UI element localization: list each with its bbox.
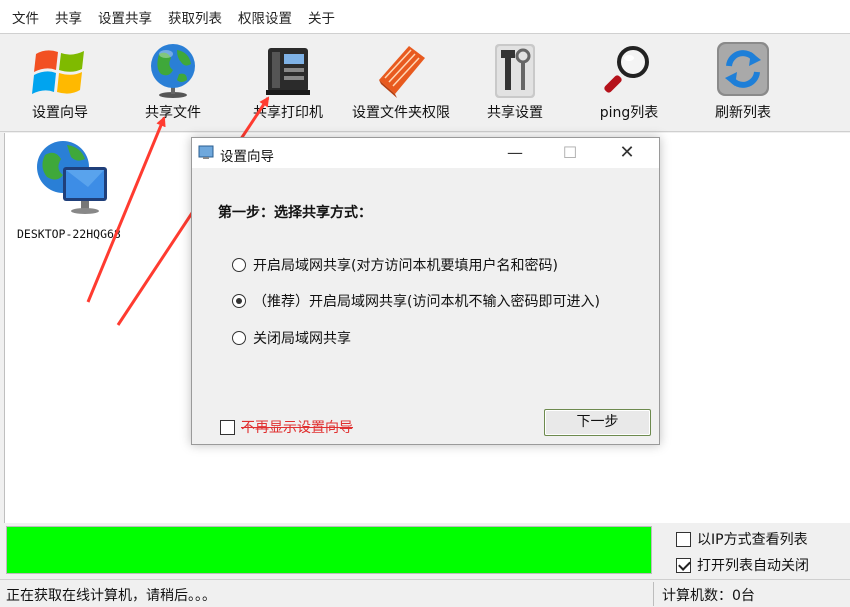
view-by-ip-label: 以IP方式查看列表 xyxy=(697,532,808,548)
auto-close-label: 打开列表自动关闭 xyxy=(697,558,809,574)
share-settings-button[interactable]: 共享设置 xyxy=(460,38,570,128)
dont-show-again[interactable]: 不再显示设置向导 xyxy=(220,417,353,437)
setup-wizard-dialog: 设置向导 — ☐ ✕ 第一步：选择共享方式： 开启局域网共享(对方访问本机要填用… xyxy=(191,137,660,445)
menu-permissions[interactable]: 权限设置 xyxy=(238,7,292,27)
refresh-icon xyxy=(717,42,769,96)
option-view-by-ip[interactable]: 以IP方式查看列表 xyxy=(676,529,808,549)
dont-show-label: 不再显示设置向导 xyxy=(241,420,353,436)
step-label: 第一步：选择共享方式： xyxy=(218,205,372,221)
maximize-button[interactable]: ☐ xyxy=(547,138,593,168)
share-files-label: 共享文件 xyxy=(145,105,201,121)
menu-file[interactable]: 文件 xyxy=(12,7,39,27)
radio-lan-share-password[interactable] xyxy=(232,258,246,272)
computer-globe-icon xyxy=(37,141,107,214)
share-printer-label: 共享打印机 xyxy=(253,105,323,121)
status-divider xyxy=(653,582,654,606)
computer-item[interactable]: DESKTOP-22HQG68 xyxy=(17,137,137,247)
toolbar: 设置向导 共享文件 共享打印机 设置文件夹权限 共享设置 ping列表 刷新列表 xyxy=(0,34,850,132)
minimize-button[interactable]: — xyxy=(492,138,538,168)
window-app-icon xyxy=(198,145,214,159)
refresh-list-button[interactable]: 刷新列表 xyxy=(688,38,798,128)
dont-show-checkbox[interactable] xyxy=(220,419,235,435)
auto-close-checkbox[interactable] xyxy=(676,557,691,573)
folder-book-icon xyxy=(379,46,425,98)
dialog-title: 设置向导 xyxy=(220,149,274,165)
progress-fill xyxy=(7,527,651,573)
bottom-panel: 以IP方式查看列表 打开列表自动关闭 xyxy=(0,523,850,579)
globe-icon xyxy=(151,44,195,98)
setup-wizard-button[interactable]: 设置向导 xyxy=(5,38,115,128)
share-printer-button[interactable]: 共享打印机 xyxy=(233,38,343,128)
menu-bar: 文件 共享 设置共享 获取列表 权限设置 关于 xyxy=(0,0,850,34)
magnifier-icon xyxy=(604,46,649,93)
dialog-title-bar[interactable]: 设置向导 — ☐ ✕ xyxy=(192,138,659,168)
folder-permissions-label: 设置文件夹权限 xyxy=(352,105,450,121)
option-lan-share-password[interactable]: 开启局域网共享(对方访问本机要填用户名和密码) xyxy=(232,255,558,275)
computer-count: 计算机数：0台 xyxy=(662,588,755,604)
ping-list-label: ping列表 xyxy=(599,105,659,121)
ping-list-button[interactable]: ping列表 xyxy=(574,38,684,128)
option-label: 关闭局域网共享 xyxy=(253,331,351,347)
refresh-list-label: 刷新列表 xyxy=(715,105,771,121)
menu-share[interactable]: 共享 xyxy=(55,7,82,27)
radio-close-lan-share[interactable] xyxy=(232,331,246,345)
option-lan-share-no-password[interactable]: （推荐）开启局域网共享(访问本机不输入密码即可进入) xyxy=(232,291,600,311)
menu-about[interactable]: 关于 xyxy=(308,7,335,27)
computer-name: DESKTOP-22HQG68 xyxy=(17,227,121,241)
status-bar: 正在获取在线计算机，请稍后。。。 计算机数：0台 xyxy=(0,579,850,607)
option-close-lan-share[interactable]: 关闭局域网共享 xyxy=(232,328,351,348)
option-label: 开启局域网共享(对方访问本机要填用户名和密码) xyxy=(253,258,558,274)
folder-permissions-button[interactable]: 设置文件夹权限 xyxy=(346,38,456,128)
next-step-button[interactable]: 下一步 xyxy=(544,409,651,436)
status-message: 正在获取在线计算机，请稍后。。。 xyxy=(6,588,216,604)
setup-wizard-label: 设置向导 xyxy=(32,105,88,121)
view-by-ip-checkbox[interactable] xyxy=(676,531,691,547)
windows-logo-icon xyxy=(32,50,84,94)
radio-lan-share-no-password[interactable] xyxy=(232,294,246,308)
option-label: （推荐）开启局域网共享(访问本机不输入密码即可进入) xyxy=(253,294,600,310)
menu-get-list[interactable]: 获取列表 xyxy=(168,7,222,27)
progress-bar xyxy=(6,526,652,574)
option-auto-close-list[interactable]: 打开列表自动关闭 xyxy=(676,555,809,575)
share-settings-label: 共享设置 xyxy=(487,105,543,121)
share-files-button[interactable]: 共享文件 xyxy=(118,38,228,128)
tools-icon xyxy=(495,44,535,98)
close-button[interactable]: ✕ xyxy=(604,138,650,168)
printer-icon xyxy=(266,48,310,95)
menu-share-settings[interactable]: 设置共享 xyxy=(98,7,152,27)
